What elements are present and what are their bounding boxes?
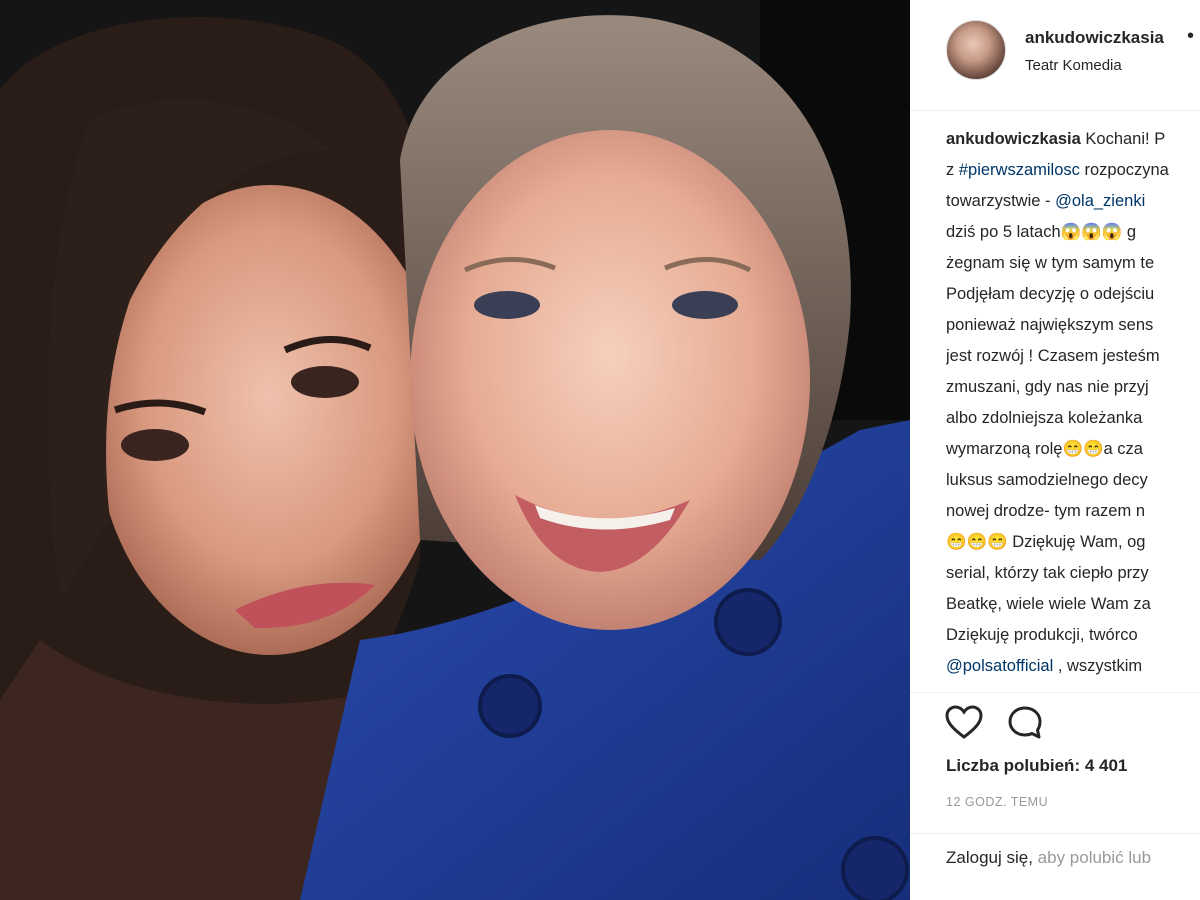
caption-text: towarzystwie -: [946, 192, 1056, 210]
caption-line: luksus samodzielnego decy: [946, 465, 1200, 496]
caption-line: Beatkę, wiele wiele Wam za: [946, 589, 1200, 620]
caption-username[interactable]: ankudowiczkasia: [946, 130, 1081, 148]
caption-link[interactable]: @ola_zienki: [1055, 192, 1145, 210]
caption-link[interactable]: @polsatofficial: [946, 657, 1053, 675]
caption-text: jest rozwój ! Czasem jesteśm: [946, 347, 1160, 365]
heart-icon: [945, 705, 983, 739]
comment-icon: [1008, 706, 1042, 739]
caption-text: Kochani! P: [1080, 130, 1166, 148]
caption-line: @polsatofficial , wszystkim: [946, 651, 1200, 682]
username-link[interactable]: ankudowiczkasia: [1025, 28, 1164, 48]
photo-illustration: [0, 0, 910, 900]
post-caption: ankudowiczkasia Kochani! Pz #pierwszamil…: [946, 124, 1200, 690]
header-dot: •: [1187, 25, 1195, 47]
caption-text: rozpoczyna: [1079, 161, 1169, 179]
caption-text: z: [946, 161, 959, 179]
caption-line: z #pierwszamilosc rozpoczyna: [946, 155, 1200, 186]
avatar[interactable]: [946, 20, 1006, 80]
caption-line: wymarzoną rolę😁😁a cza: [946, 434, 1200, 465]
caption-line: serial, którzy tak ciepło przy: [946, 558, 1200, 589]
login-rest-text: aby polubić lub: [1032, 848, 1152, 867]
caption-line: dziś po 5 latach😱😱😱 g: [946, 217, 1200, 248]
caption-text: Dziękuję produkcji, twórco: [946, 626, 1138, 644]
like-button[interactable]: [944, 703, 984, 743]
caption-link[interactable]: #pierwszamilosc: [959, 161, 1080, 179]
login-bar: Zaloguj się, aby polubić lub: [910, 833, 1200, 900]
caption-line: 😁😁😁 Dziękuję Wam, og: [946, 527, 1200, 558]
location-link[interactable]: Teatr Komedia: [1025, 57, 1122, 74]
caption-line: nowej drodze- tym razem n: [946, 496, 1200, 527]
caption-line: koleżankom, z którymi wsp: [946, 682, 1200, 690]
login-prompt: Zaloguj się, aby polubić lub: [946, 848, 1151, 868]
caption-text: , wszystkim: [1053, 657, 1143, 675]
caption-text: wymarzoną rolę😁😁a cza: [946, 440, 1143, 458]
post-photo[interactable]: [0, 0, 910, 900]
caption-text: Beatkę, wiele wiele Wam za: [946, 595, 1151, 613]
caption-line: Dziękuję produkcji, twórco: [946, 620, 1200, 651]
caption-line: Podjęłam decyzję o odejściu: [946, 279, 1200, 310]
caption-text: nowej drodze- tym razem n: [946, 502, 1145, 520]
post-header: ankudowiczkasia • Teatr Komedia: [910, 0, 1200, 111]
caption-text: albo zdolniejsza koleżanka: [946, 409, 1143, 427]
caption-text: zmuszani, gdy nas nie przyj: [946, 378, 1149, 396]
caption-line: ankudowiczkasia Kochani! P: [946, 124, 1200, 155]
caption-line: żegnam się w tym samym te: [946, 248, 1200, 279]
caption-text: luksus samodzielnego decy: [946, 471, 1148, 489]
post-actions: Liczba polubień: 4 401 12 GODZ. TEMU Zal…: [910, 692, 1200, 900]
caption-text: 😁😁😁 Dziękuję Wam, og: [946, 533, 1146, 551]
post-timestamp[interactable]: 12 GODZ. TEMU: [946, 795, 1048, 809]
caption-line: jest rozwój ! Czasem jesteśm: [946, 341, 1200, 372]
caption-text: serial, którzy tak ciepło przy: [946, 564, 1149, 582]
login-link[interactable]: Zaloguj się,: [946, 848, 1033, 867]
caption-line: zmuszani, gdy nas nie przyj: [946, 372, 1200, 403]
caption-text: ponieważ największym sens: [946, 316, 1154, 334]
caption-text: żegnam się w tym samym te: [946, 254, 1155, 272]
caption-text: Podjęłam decyzję o odejściu: [946, 285, 1155, 303]
caption-text: dziś po 5 latach😱😱😱 g: [946, 223, 1137, 241]
caption-line: albo zdolniejsza koleżanka: [946, 403, 1200, 434]
post-sidebar: ankudowiczkasia • Teatr Komedia ankudowi…: [910, 0, 1200, 900]
comment-button[interactable]: [1005, 703, 1045, 743]
caption-line: towarzystwie - @ola_zienki: [946, 186, 1200, 217]
caption-line: ponieważ największym sens: [946, 310, 1200, 341]
likes-count[interactable]: Liczba polubień: 4 401: [946, 756, 1127, 776]
caption-text: koleżankom, z którymi wsp: [946, 688, 1143, 690]
